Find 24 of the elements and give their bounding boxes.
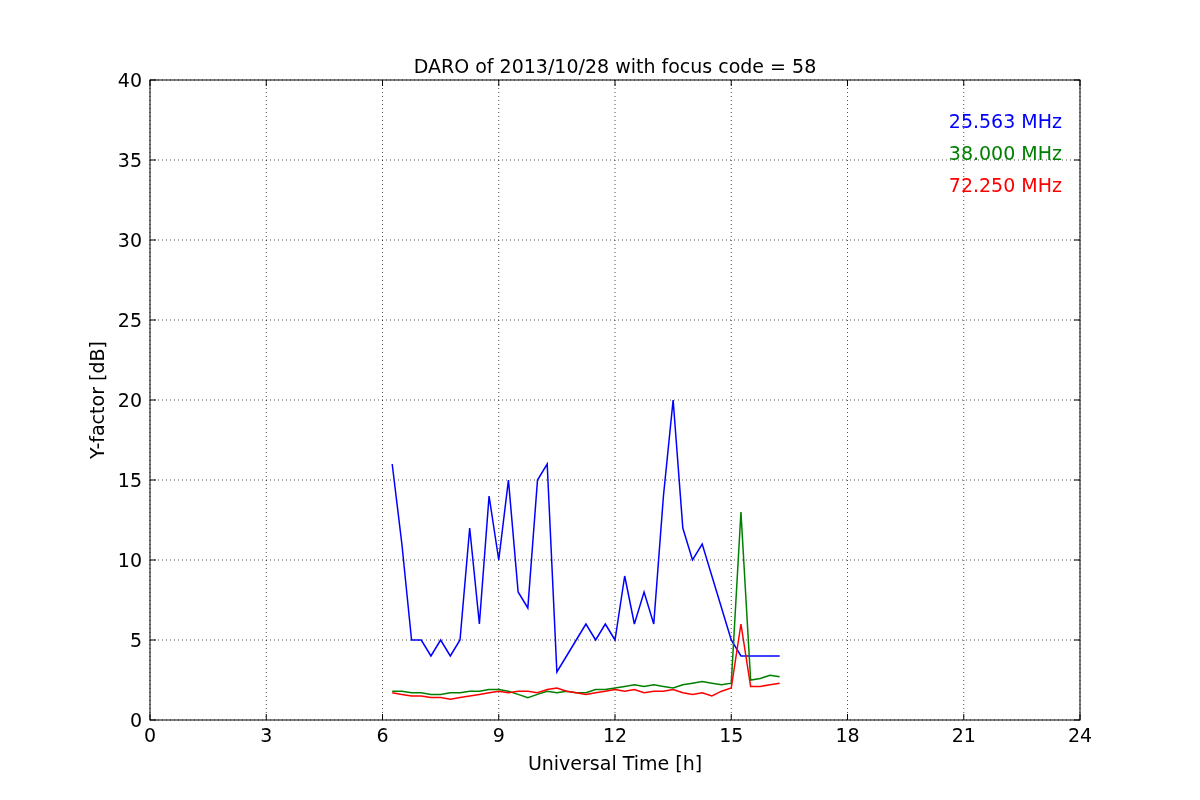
tick-label: 18: [835, 724, 860, 746]
tick-label: 24: [1067, 724, 1093, 746]
tick-label: 6: [376, 724, 389, 746]
legend-label: 38.000 MHz: [948, 142, 1062, 164]
tick-label: 0: [143, 724, 157, 746]
tick-label: 21: [951, 724, 976, 746]
tick-label: 10: [117, 549, 142, 571]
legend-label: 25.563 MHz: [948, 110, 1062, 132]
tick-label: 12: [602, 724, 628, 746]
tick-label: 30: [117, 229, 142, 251]
chart-title: DARO of 2013/10/28 with focus code = 58: [413, 55, 817, 77]
tick-label: 5: [129, 629, 142, 651]
axis-label: Y-factor [dB]: [86, 341, 108, 459]
tick-label: 3: [260, 724, 273, 746]
legend-label: 72.250 MHz: [948, 174, 1062, 196]
tick-label: 25: [117, 309, 142, 331]
tick-label: 35: [117, 149, 142, 171]
tick-label: 20: [117, 389, 142, 411]
tick-label: 9: [492, 724, 505, 746]
axis-label: Universal Time [h]: [527, 752, 703, 774]
tick-label: 15: [117, 469, 142, 491]
tick-label: 40: [117, 69, 142, 91]
tick-label: 0: [129, 709, 142, 731]
tick-label: 15: [719, 724, 744, 746]
